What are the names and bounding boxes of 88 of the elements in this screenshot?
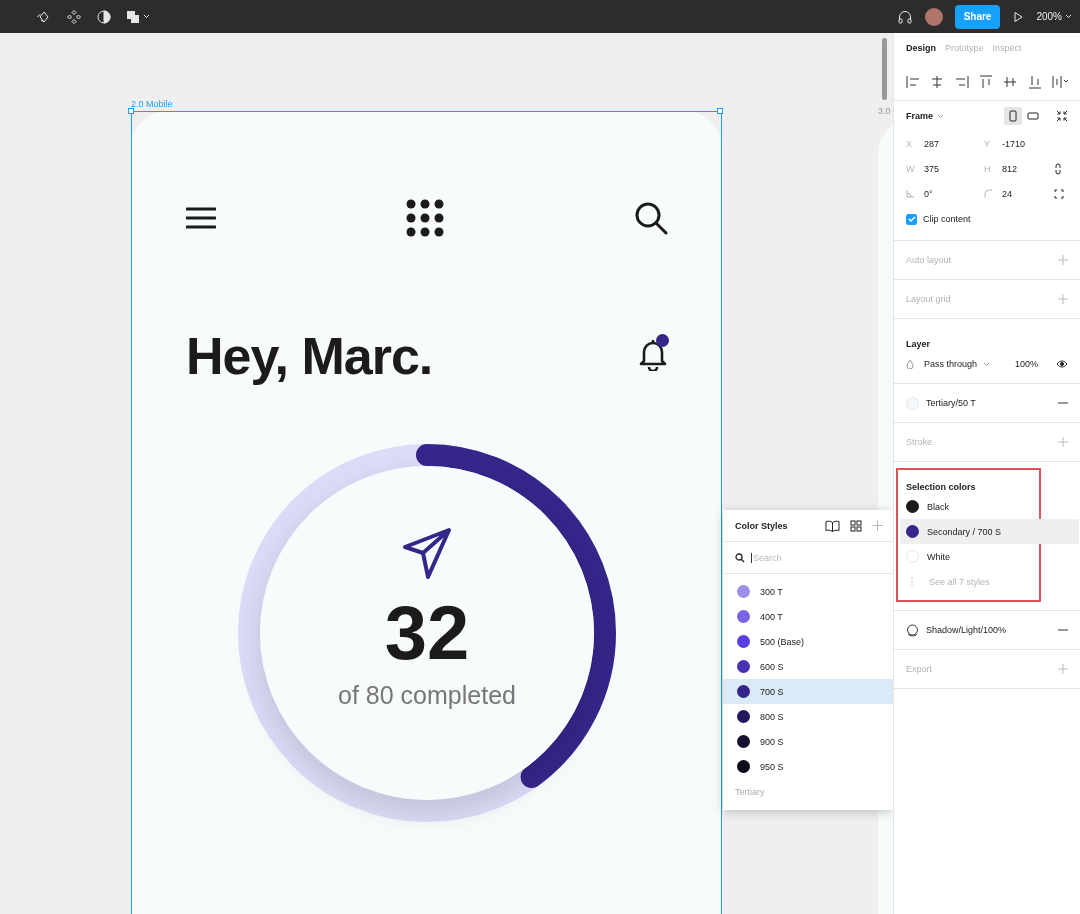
align-right-icon[interactable] xyxy=(954,74,969,89)
section-title[interactable]: Frame xyxy=(906,111,933,121)
portrait-icon xyxy=(1009,110,1017,122)
color-style-item[interactable]: 400 T xyxy=(723,604,893,629)
menu-icon[interactable] xyxy=(186,207,216,229)
color-name: Secondary / 700 S xyxy=(927,526,1002,537)
color-style-item[interactable]: 700 S xyxy=(723,679,893,704)
search-icon[interactable] xyxy=(634,201,668,235)
field-label: X xyxy=(906,138,913,149)
drop-shadow-icon xyxy=(906,623,919,637)
section-title: Auto layout xyxy=(906,255,952,265)
style-name: 800 S xyxy=(760,711,784,722)
checkbox-label: Clip content xyxy=(923,214,971,224)
color-style-item[interactable]: 800 S xyxy=(723,704,893,729)
resize-handle[interactable] xyxy=(717,108,723,114)
panel-tab[interactable]: Design xyxy=(906,43,936,53)
distribute-icon[interactable] xyxy=(1051,74,1070,89)
bell-icon[interactable] xyxy=(638,337,668,371)
style-name: 500 (Base) xyxy=(760,636,805,647)
color-style-item[interactable]: 300 T xyxy=(723,579,893,604)
avatar[interactable] xyxy=(924,7,943,26)
corner-radius-icon xyxy=(984,189,993,198)
completed-caption: of 80 completed xyxy=(338,681,516,710)
opacity-field[interactable]: 100% xyxy=(1014,359,1038,369)
color-style-item[interactable]: 600 S xyxy=(723,654,893,679)
blend-drop-icon xyxy=(906,359,914,369)
align-center-icon[interactable] xyxy=(930,74,945,89)
number-field[interactable]: H 812 xyxy=(984,156,1054,181)
align-top-icon[interactable] xyxy=(979,74,993,89)
dot-grid-icon[interactable] xyxy=(406,199,444,237)
style-name: 950 S xyxy=(760,761,784,772)
selection-color-item[interactable]: Secondary / 700 S xyxy=(900,519,1079,544)
section-title: Selection colors xyxy=(906,481,977,494)
fill-style-name[interactable]: Tertiary/50 T xyxy=(926,398,976,408)
group-label: Tertiary xyxy=(734,786,766,799)
stacked-squares-icon[interactable] xyxy=(126,9,140,24)
half-circle-icon[interactable] xyxy=(96,8,112,25)
style-name: 900 S xyxy=(760,736,784,747)
number-field[interactable]: 24 xyxy=(984,181,1054,206)
field-label: Y xyxy=(984,138,991,149)
effect-style-name[interactable]: Shadow/Light/100% xyxy=(926,625,1007,635)
section-title: Layout grid xyxy=(906,294,951,304)
eye-icon[interactable] xyxy=(1056,360,1068,368)
align-middle-icon[interactable] xyxy=(1003,74,1018,89)
section-title: Layer xyxy=(906,338,932,351)
headphones-icon[interactable] xyxy=(896,8,913,25)
landscape-icon xyxy=(1027,112,1039,120)
blend-mode-dropdown[interactable]: Pass through xyxy=(924,359,978,369)
book-icon[interactable] xyxy=(825,519,840,532)
resize-to-fit-icon[interactable] xyxy=(1056,110,1068,122)
number-field[interactable]: W 375 xyxy=(906,156,984,181)
section-title: Stroke xyxy=(906,437,932,447)
completed-count: 32 xyxy=(384,595,470,671)
style-name: 400 T xyxy=(760,611,783,622)
number-field[interactable]: 0° xyxy=(906,181,984,206)
style-name: 600 S xyxy=(760,661,784,672)
independent-corners-icon[interactable] xyxy=(1054,188,1064,199)
checkbox[interactable] xyxy=(906,213,917,225)
style-name: 700 S xyxy=(760,686,784,697)
color-name: Black xyxy=(927,501,949,512)
popup-title: Color Styles xyxy=(735,520,788,531)
angle-icon xyxy=(906,189,915,198)
section-title: Export xyxy=(906,664,932,674)
color-name: White xyxy=(927,551,950,562)
field-label: W xyxy=(906,163,915,174)
selection-color-item[interactable]: Black xyxy=(900,494,1041,519)
align-bottom-icon[interactable] xyxy=(1027,74,1042,89)
resize-handle[interactable] xyxy=(128,108,134,114)
diamond-grid-icon[interactable] xyxy=(66,8,82,25)
selection-color-item[interactable]: White xyxy=(900,544,1041,569)
check-icon xyxy=(907,215,916,223)
scrollbar[interactable] xyxy=(882,38,887,100)
portrait-button[interactable] xyxy=(1004,107,1022,125)
constrain-proportions-icon[interactable] xyxy=(1054,162,1062,175)
number-field[interactable]: Y -1710 xyxy=(984,131,1054,156)
align-left-icon[interactable] xyxy=(906,74,920,89)
greeting-heading: Hey, Marc. xyxy=(186,326,433,386)
style-name: 300 T xyxy=(760,586,783,597)
color-style-item[interactable]: 500 (Base) xyxy=(723,629,893,654)
search-icon xyxy=(735,552,745,563)
number-field[interactable]: X 287 xyxy=(906,131,984,156)
grid-icon[interactable] xyxy=(850,519,862,532)
field-label: H xyxy=(984,163,992,174)
paper-plane-icon xyxy=(402,527,452,581)
color-style-item[interactable]: 900 S xyxy=(723,729,893,754)
zoom-menu[interactable]: 200% xyxy=(1036,11,1062,22)
color-style-item[interactable]: 950 S xyxy=(723,754,893,779)
play-icon[interactable] xyxy=(1012,10,1025,23)
